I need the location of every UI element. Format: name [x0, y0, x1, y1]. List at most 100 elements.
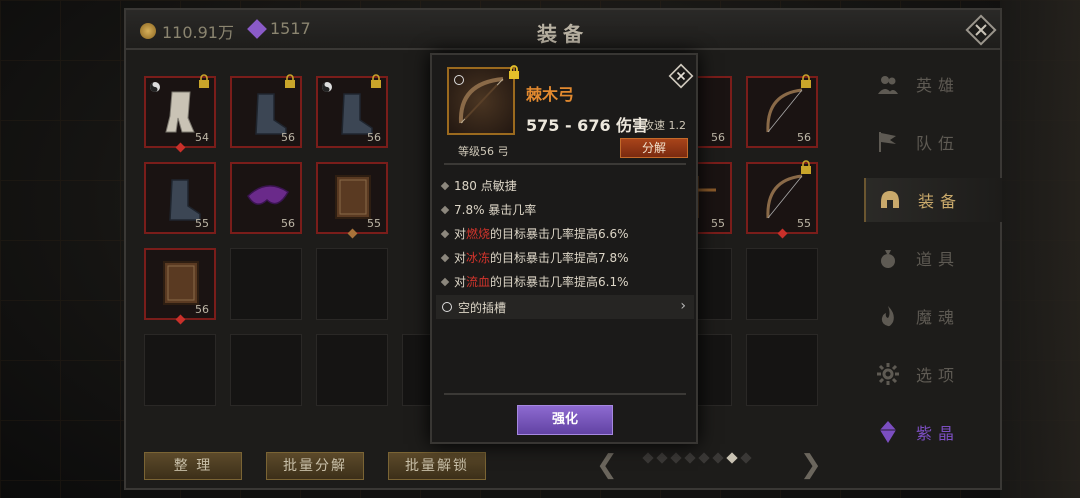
batch-decompose-button[interactable]: 批量分解 [266, 452, 364, 480]
top-bar: 110.91万 1517 装备 [126, 10, 1000, 50]
new-marker [175, 314, 186, 325]
menu-item-3[interactable]: 道具 [864, 236, 1002, 280]
menu-item-label: 道具 [916, 250, 961, 269]
new-marker [347, 228, 358, 239]
inventory-slot[interactable] [144, 334, 216, 406]
popup-close-button[interactable] [668, 63, 694, 89]
stat-text: 对 [454, 275, 467, 289]
menu-item-label: 魔魂 [916, 308, 961, 327]
menu-item-label: 队伍 [916, 134, 961, 153]
stat-text: 对 [454, 227, 467, 241]
bullet-icon [440, 181, 450, 190]
menu-item-6[interactable]: 紫晶 [864, 410, 1002, 454]
close-button[interactable] [964, 13, 998, 47]
leg-armor-icon [165, 91, 195, 133]
flame-icon [876, 304, 900, 328]
inventory-slot[interactable] [230, 248, 302, 320]
socket-icon [442, 302, 452, 312]
page-next-icon[interactable]: ❯ [800, 452, 822, 478]
inventory-slot[interactable]: 54 [144, 74, 216, 153]
page-title: 装备 [537, 22, 589, 46]
page-dot[interactable] [642, 452, 654, 464]
boots-icon [255, 93, 287, 135]
inventory-slot[interactable]: 55 [746, 160, 818, 239]
crystal-icon [876, 420, 900, 444]
stat-line: 对流血的目标暴击几率提高6.1% [440, 273, 629, 290]
mask-icon [247, 185, 289, 205]
enhance-button[interactable]: 强化 [517, 405, 613, 435]
inventory-slot[interactable]: 56 [230, 74, 302, 148]
gear-icon [876, 362, 900, 386]
inventory-slot[interactable] [316, 334, 388, 406]
yin-yang-icon [322, 82, 332, 92]
close-icon [668, 63, 694, 89]
page-dot[interactable] [740, 452, 752, 464]
bullet-icon [440, 229, 450, 238]
page-prev-icon[interactable]: ❮ [596, 452, 618, 478]
item-level-label: 56 [367, 131, 381, 144]
inventory-slot[interactable]: 56 [230, 162, 302, 234]
menu-item-0[interactable]: 英雄 [864, 62, 1002, 106]
sort-button[interactable]: 整 理 [144, 452, 242, 480]
bullet-icon [440, 277, 450, 286]
inventory-slot[interactable]: 55 [144, 162, 216, 234]
batch-unlock-button[interactable]: 批量解锁 [388, 452, 486, 480]
inventory-slot[interactable] [746, 248, 818, 320]
page-dot[interactable] [726, 452, 738, 464]
new-marker [175, 142, 186, 153]
menu-item-1[interactable]: 队伍 [864, 120, 1002, 164]
inventory-slot[interactable]: 55 [316, 162, 388, 239]
stat-line: 180 点敏捷 [440, 177, 517, 194]
new-marker [777, 228, 788, 239]
inventory-slot[interactable] [746, 334, 818, 406]
yin-yang-icon [150, 82, 160, 92]
menu-item-label: 英雄 [916, 76, 961, 95]
socket-label: 空的插槽 [458, 300, 507, 315]
stat-line: 7.8% 暴击几率 [440, 201, 537, 218]
item-level-label: 55 [195, 217, 209, 230]
empty-socket-row[interactable]: 空的插槽 › [436, 295, 694, 319]
bullet-icon [440, 253, 450, 262]
helmet-icon [878, 188, 902, 212]
stat-text: 对 [454, 251, 467, 265]
stat-text: 的目标暴击几率提高6.1% [490, 275, 629, 289]
decompose-button[interactable]: 分解 [620, 138, 688, 158]
page-dot[interactable] [712, 452, 724, 464]
item-level-label: 56 [195, 303, 209, 316]
inventory-slot[interactable]: 56 [144, 248, 216, 325]
lock-icon [371, 74, 381, 88]
bullet-icon [440, 205, 450, 214]
menu-item-label: 紫晶 [916, 424, 961, 443]
stat-text: 7.8% 暴击几率 [454, 203, 537, 217]
bow-icon [766, 88, 803, 133]
item-level: 等级56 弓 [458, 145, 509, 158]
page-dot[interactable] [698, 452, 710, 464]
item-level-label: 56 [281, 217, 295, 230]
stat-line: 对燃烧的目标暴击几率提高6.6% [440, 225, 629, 242]
divider [444, 163, 686, 165]
page-dot[interactable] [656, 452, 668, 464]
inventory-slot[interactable] [230, 334, 302, 406]
flag-icon [876, 130, 900, 154]
menu-item-2[interactable]: 装备 [864, 178, 1002, 222]
menu-item-label: 选项 [916, 366, 961, 385]
stat-line: 对冰冻的目标暴击几率提高7.8% [440, 249, 629, 266]
page-dot[interactable] [670, 452, 682, 464]
inventory-slot[interactable]: 56 [316, 74, 388, 148]
item-level-label: 56 [281, 131, 295, 144]
lock-icon[interactable] [508, 65, 520, 79]
item-level-label: 55 [711, 217, 725, 230]
inventory-slot[interactable]: 56 [746, 74, 818, 148]
chevron-right-icon: › [680, 298, 686, 314]
item-name: 棘木弓 [526, 85, 575, 104]
menu-item-label: 装备 [918, 192, 963, 211]
stat-highlight: 冰冻 [466, 251, 491, 265]
socket-ring-icon [454, 75, 464, 85]
inventory-slot[interactable] [316, 248, 388, 320]
menu-item-5[interactable]: 选项 [864, 352, 1002, 396]
menu-item-4[interactable]: 魔魂 [864, 294, 1002, 338]
page-dot[interactable] [684, 452, 696, 464]
right-side-decoration [1000, 0, 1080, 498]
lock-icon [801, 160, 811, 174]
item-level-label: 56 [797, 131, 811, 144]
